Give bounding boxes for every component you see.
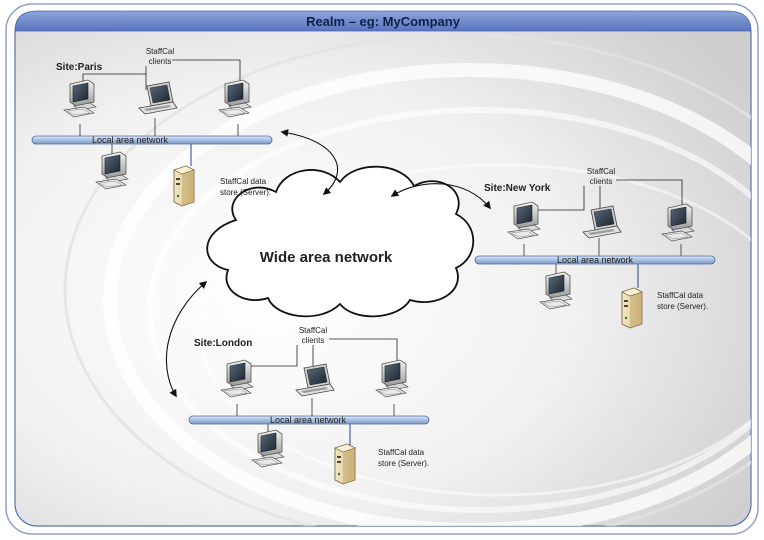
realm-title-bar: Realm – eg: MyCompany — [14, 10, 752, 32]
site-newyork-name: Site:New York — [484, 183, 551, 194]
site-london-clients-label-line1: StaffCal — [299, 326, 328, 335]
site-london-name: Site:London — [194, 338, 252, 349]
site-paris-name: Site:Paris — [56, 62, 103, 73]
site-london-server — [334, 443, 356, 485]
realm-title: Realm – eg: MyCompany — [306, 14, 461, 29]
site-newyork-server — [621, 287, 643, 329]
site-paris-lan-label: Local area network — [92, 135, 169, 145]
site-newyork-clients-label-line2: clients — [590, 177, 613, 186]
site-newyork-server-label-line2: store (Server). — [657, 302, 708, 311]
wan-label: Wide area network — [260, 249, 393, 266]
site-paris-server-label-line1: StaffCal data — [220, 177, 267, 186]
site-london-server-label-line1: StaffCal data — [378, 448, 425, 457]
site-paris-server-label-line2: store (Server). — [220, 188, 271, 197]
site-newyork-server-label-line1: StaffCal data — [657, 291, 704, 300]
site-london-clients-label-line2: clients — [302, 336, 325, 345]
site-london-server-label-line2: store (Server). — [378, 459, 429, 468]
site-london-lan-label: Local area network — [270, 415, 347, 425]
site-paris-clients-label-line2: clients — [149, 57, 172, 66]
site-newyork-clients-label-line1: StaffCal — [587, 167, 616, 176]
site-paris-clients-label-line1: StaffCal — [146, 47, 175, 56]
site-newyork-lan-label: Local area network — [557, 255, 634, 265]
site-paris-server — [173, 165, 195, 207]
network-diagram: Realm – eg: MyCompany Wide area network … — [5, 3, 759, 535]
